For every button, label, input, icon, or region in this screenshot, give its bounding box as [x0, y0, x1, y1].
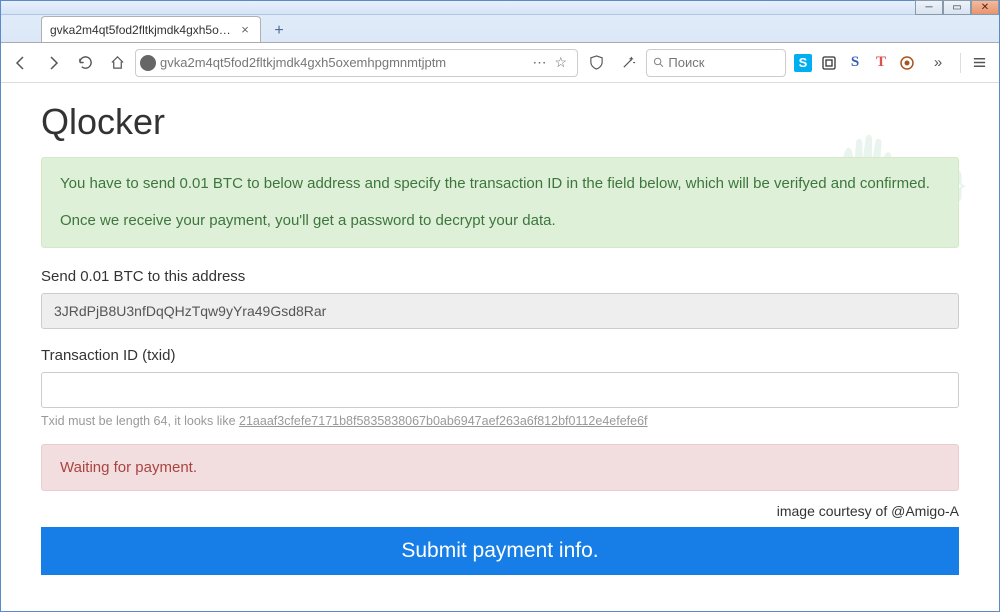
- forward-button[interactable]: [39, 49, 67, 77]
- submit-button[interactable]: Submit payment info.: [41, 527, 959, 575]
- home-icon: [110, 55, 125, 70]
- tab-close-icon[interactable]: ×: [238, 23, 252, 37]
- arrow-left-icon: [13, 55, 29, 71]
- txid-label: Transaction ID (txid): [41, 347, 959, 364]
- page-actions-icon[interactable]: ⋯: [532, 54, 546, 71]
- wand-icon: [621, 55, 636, 70]
- tab-title: gvka2m4qt5fod2fltkjmdk4gxh5oxen: [50, 23, 232, 37]
- search-bar[interactable]: [646, 49, 786, 77]
- window-titlebar: ─ ▭ ✕: [1, 1, 999, 15]
- browser-tab[interactable]: gvka2m4qt5fod2fltkjmdk4gxh5oxen ×: [41, 16, 261, 42]
- txid-input[interactable]: [41, 372, 959, 408]
- browser-window: ─ ▭ ✕ gvka2m4qt5fod2fltkjmdk4gxh5oxen × …: [0, 0, 1000, 612]
- window-controls: ─ ▭ ✕: [915, 0, 999, 15]
- tracking-protection-button[interactable]: [582, 49, 610, 77]
- site-identity-icon[interactable]: [140, 55, 156, 71]
- search-icon: [653, 56, 664, 69]
- btc-address-field[interactable]: 3JRdPjB8U3nfDqQHzTqw9yYra49Gsd8Rar: [41, 293, 959, 329]
- instructions-alert: You have to send 0.01 BTC to below addre…: [41, 157, 959, 248]
- tab-strip: gvka2m4qt5fod2fltkjmdk4gxh5oxen × +: [1, 15, 999, 43]
- extension-skype-icon[interactable]: S: [794, 54, 812, 72]
- overflow-button[interactable]: »: [924, 49, 952, 77]
- btc-address-label: Send 0.01 BTC to this address: [41, 268, 959, 285]
- instructions-line-2: Once we receive your payment, you'll get…: [60, 209, 940, 232]
- home-button[interactable]: [103, 49, 131, 77]
- extension-reader-icon[interactable]: [820, 54, 838, 72]
- browser-toolbar: gvka2m4qt5fod2fltkjmdk4gxh5oxemhpgmnmtjp…: [1, 43, 999, 83]
- extension-s-icon[interactable]: S: [846, 54, 864, 72]
- txid-help-text: Txid must be length 64, it looks like 21…: [41, 414, 959, 428]
- close-window-button[interactable]: ✕: [971, 0, 999, 15]
- back-button[interactable]: [7, 49, 35, 77]
- arrow-right-icon: [45, 55, 61, 71]
- page-content: {malwarefixes} Qlocker You have to send …: [1, 83, 999, 611]
- bookmark-star-icon[interactable]: ☆: [554, 54, 567, 71]
- status-alert: Waiting for payment.: [41, 444, 959, 491]
- maximize-button[interactable]: ▭: [943, 0, 971, 15]
- extension-t-icon[interactable]: T: [872, 54, 890, 72]
- reload-button[interactable]: [71, 49, 99, 77]
- extension-icons: S S T »: [790, 49, 956, 77]
- shield-icon: [589, 55, 604, 70]
- txid-help-prefix: Txid must be length 64, it looks like: [41, 414, 239, 428]
- image-credit: image courtesy of @Amigo-A: [41, 503, 959, 519]
- instructions-line-1: You have to send 0.01 BTC to below addre…: [60, 172, 940, 195]
- urlbar-actions: ⋯ ☆: [526, 54, 573, 71]
- txid-example-link[interactable]: 21aaaf3cfefe7171b8f5835838067b0ab6947aef…: [239, 414, 648, 428]
- new-tab-button[interactable]: +: [267, 20, 291, 42]
- url-text: gvka2m4qt5fod2fltkjmdk4gxh5oxemhpgmnmtjp…: [160, 55, 522, 70]
- extension-circle-icon[interactable]: [898, 54, 916, 72]
- reload-icon: [78, 55, 93, 70]
- hamburger-menu-button[interactable]: [965, 49, 993, 77]
- menu-icon: [972, 55, 987, 70]
- url-bar[interactable]: gvka2m4qt5fod2fltkjmdk4gxh5oxemhpgmnmtjp…: [135, 49, 578, 77]
- search-input[interactable]: [668, 55, 779, 70]
- customize-button[interactable]: [614, 49, 642, 77]
- page-title: Qlocker: [41, 101, 959, 143]
- minimize-button[interactable]: ─: [915, 0, 943, 15]
